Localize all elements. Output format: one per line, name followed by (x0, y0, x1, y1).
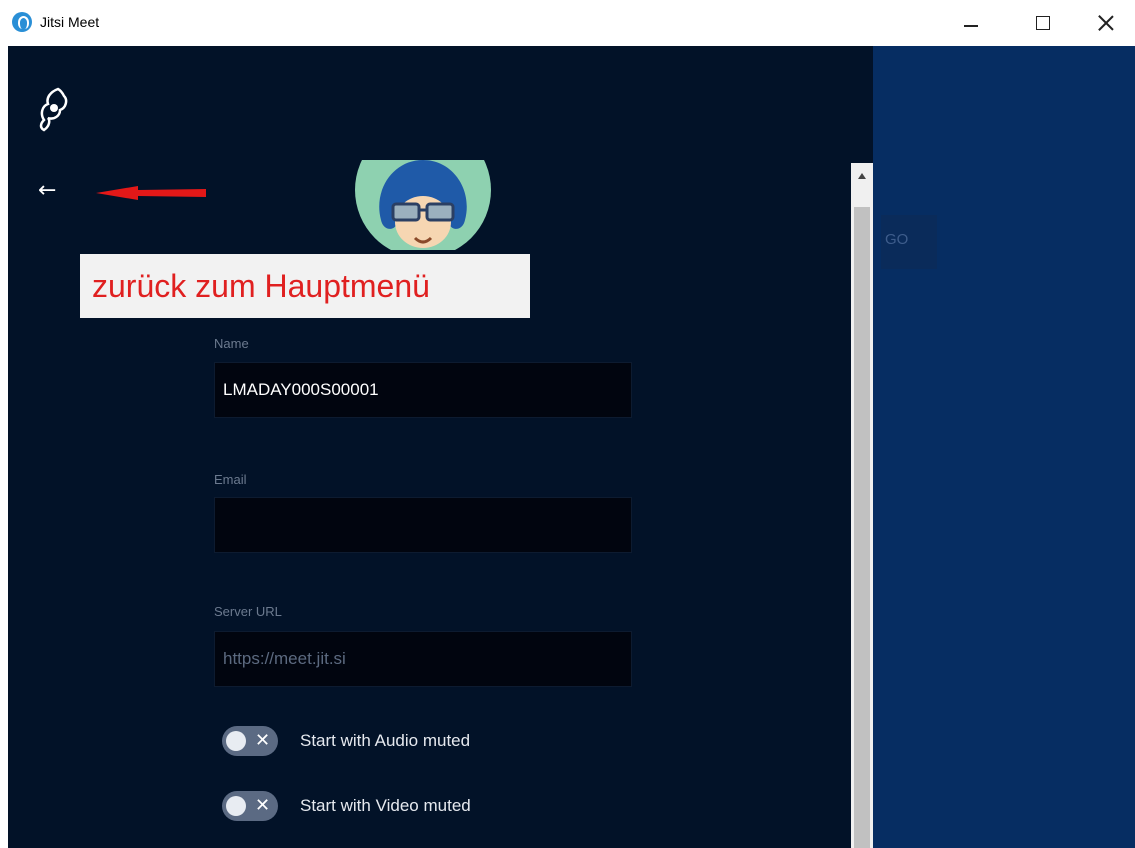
name-label: Name (214, 336, 249, 351)
toggle-knob (226, 731, 246, 751)
arrow-left-icon[interactable]: ← (38, 180, 66, 202)
close-icon[interactable] (1093, 10, 1119, 36)
audio-muted-label: Start with Audio muted (300, 731, 471, 750)
server-url-label: Server URL (214, 604, 282, 619)
scroll-up-icon[interactable] (851, 163, 873, 203)
email-label: Email (214, 472, 247, 487)
server-url-field[interactable] (214, 631, 632, 687)
scrollbar[interactable] (851, 163, 873, 848)
annotation-label: zurück zum Hauptmenü (80, 254, 530, 318)
welcome-background: GO (873, 46, 1135, 848)
avatar[interactable] (353, 160, 493, 250)
video-muted-label: Start with Video muted (300, 796, 471, 815)
name-field[interactable] (214, 362, 632, 418)
annotation-arrow (96, 186, 206, 200)
title-bar: Jitsi Meet (0, 0, 1135, 46)
jitsi-app-icon (12, 12, 32, 32)
scrollbar-thumb[interactable] (854, 207, 870, 848)
window-title: Jitsi Meet (40, 14, 100, 30)
video-muted-toggle[interactable]: ✕ (222, 791, 278, 821)
audio-muted-toggle[interactable]: ✕ (222, 726, 278, 756)
close-icon: ✕ (255, 795, 271, 816)
go-button[interactable]: GO (881, 215, 937, 269)
email-field[interactable] (214, 497, 632, 553)
settings-panel: ← zurück zum Hauptmenü Name Email Server… (8, 46, 873, 848)
maximize-icon[interactable] (1029, 10, 1055, 36)
minimize-icon[interactable] (958, 10, 984, 36)
toggle-knob (226, 796, 246, 816)
jitsi-logo-icon (39, 87, 68, 132)
close-icon: ✕ (255, 730, 271, 751)
